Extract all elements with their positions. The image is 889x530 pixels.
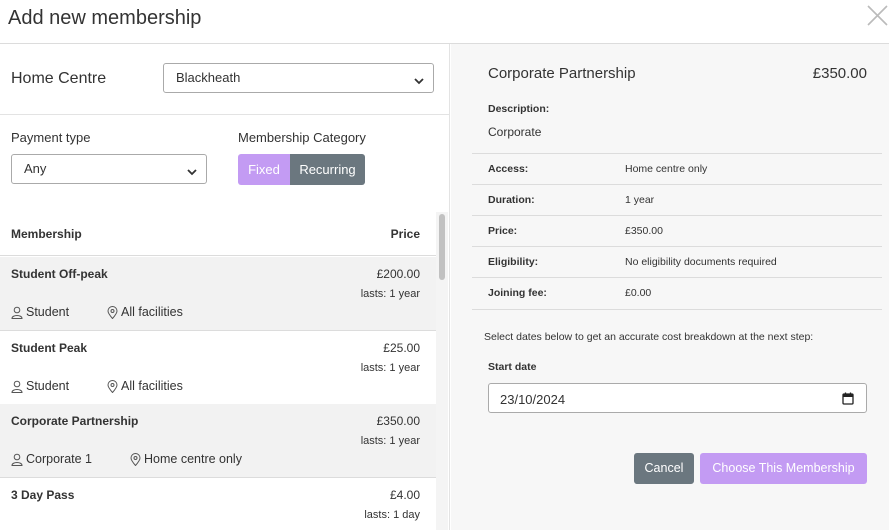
membership-category-toggle: Fixed Recurring	[238, 154, 365, 185]
list-scrollbar[interactable]	[436, 212, 448, 530]
column-header-price: Price	[390, 227, 420, 241]
audience-label: Corporate 1	[26, 452, 93, 466]
divider	[472, 153, 882, 154]
category-fixed-button[interactable]: Fixed	[238, 154, 290, 185]
detail-value-access: Home centre only	[625, 163, 708, 175]
table-header: Membership Price	[0, 212, 436, 256]
divider	[472, 215, 882, 216]
user-icon	[11, 453, 23, 466]
divider	[472, 184, 882, 185]
membership-access: Home centre only	[130, 452, 242, 466]
detail-key-eligibility: Eligibility:	[488, 256, 539, 268]
modal-title: Add new membership	[8, 7, 202, 29]
detail-key-joining-fee: Joining fee:	[488, 287, 547, 299]
detail-value-price: £350.00	[625, 225, 663, 237]
membership-price: £4.00	[389, 488, 420, 502]
detail-price: £350.00	[812, 65, 867, 82]
membership-detail-panel: Corporate Partnership £350.00 Descriptio…	[451, 44, 889, 530]
detail-key-price: Price:	[488, 225, 518, 237]
description-value: Corporate	[488, 125, 542, 139]
close-icon[interactable]	[865, 2, 889, 30]
cancel-button[interactable]: Cancel	[634, 453, 694, 484]
membership-category-label: Membership Category	[238, 130, 366, 145]
user-icon	[11, 380, 23, 393]
payment-type-label: Payment type	[11, 130, 91, 145]
divider	[0, 114, 450, 115]
detail-value-joining-fee: £0.00	[625, 287, 652, 299]
payment-type-value: Any	[24, 161, 47, 176]
location-pin-icon	[130, 452, 141, 466]
divider	[472, 277, 882, 278]
access-label: All facilities	[121, 305, 183, 319]
scrollbar-thumb[interactable]	[439, 214, 445, 280]
membership-name: 3 Day Pass	[11, 488, 75, 502]
table-row[interactable]: 3 Day Pass £4.00 lasts: 1 day	[0, 478, 436, 530]
date-hint: Select dates below to get an accurate co…	[484, 331, 814, 343]
home-centre-label: Home Centre	[11, 70, 107, 87]
membership-audience: Corporate 1	[11, 452, 92, 466]
detail-title: Corporate Partnership	[488, 65, 636, 82]
membership-name: Student Peak	[11, 341, 88, 355]
location-pin-icon	[107, 379, 118, 393]
chevron-down-icon	[413, 74, 425, 85]
membership-audience: Student	[11, 379, 69, 393]
calendar-icon[interactable]	[842, 392, 854, 408]
modal-header: Add new membership	[0, 0, 889, 44]
payment-type-select[interactable]: Any	[11, 154, 207, 184]
home-centre-select[interactable]: Blackheath	[163, 63, 434, 93]
detail-key-access: Access:	[488, 163, 529, 175]
start-date-value: 23/10/2024	[500, 392, 566, 407]
membership-price: £350.00	[376, 414, 420, 428]
membership-duration: lasts: 1 year	[360, 362, 420, 374]
table-row[interactable]: Student Peak £25.00 lasts: 1 year Studen…	[0, 331, 436, 405]
divider	[472, 309, 882, 310]
choose-membership-button[interactable]: Choose This Membership	[700, 453, 867, 484]
audience-label: Student	[26, 379, 70, 393]
membership-duration: lasts: 1 year	[360, 435, 420, 447]
description-label: Description:	[488, 103, 550, 115]
membership-name: Corporate Partnership	[11, 414, 139, 428]
access-label: All facilities	[121, 379, 183, 393]
membership-price: £25.00	[383, 341, 420, 355]
divider	[472, 246, 882, 247]
detail-key-duration: Duration:	[488, 194, 535, 206]
membership-list-panel: Home Centre Blackheath Payment type Memb…	[0, 44, 450, 530]
chevron-down-icon	[186, 165, 198, 176]
table-row[interactable]: Student Off-peak £200.00 lasts: 1 year S…	[0, 257, 436, 331]
membership-duration: lasts: 1 year	[360, 288, 420, 300]
audience-label: Student	[26, 305, 70, 319]
location-pin-icon	[107, 305, 118, 319]
table-row[interactable]: Corporate Partnership £350.00 lasts: 1 y…	[0, 404, 436, 478]
start-date-label: Start date	[488, 361, 537, 373]
category-recurring-button[interactable]: Recurring	[290, 154, 365, 185]
home-centre-value: Blackheath	[176, 70, 241, 85]
detail-value-duration: 1 year	[625, 194, 655, 206]
membership-duration: lasts: 1 day	[364, 509, 420, 521]
membership-access: All facilities	[107, 305, 183, 319]
detail-value-eligibility: No eligibility documents required	[625, 256, 777, 268]
column-header-membership: Membership	[11, 227, 82, 241]
membership-access: All facilities	[107, 379, 183, 393]
membership-table: Membership Price Student Off-peak £200.0…	[0, 212, 436, 530]
membership-name: Student Off-peak	[11, 267, 108, 281]
user-icon	[11, 306, 23, 319]
membership-audience: Student	[11, 305, 69, 319]
start-date-input[interactable]: 23/10/2024	[488, 383, 867, 413]
membership-price: £200.00	[376, 267, 420, 281]
access-label: Home centre only	[144, 452, 242, 466]
